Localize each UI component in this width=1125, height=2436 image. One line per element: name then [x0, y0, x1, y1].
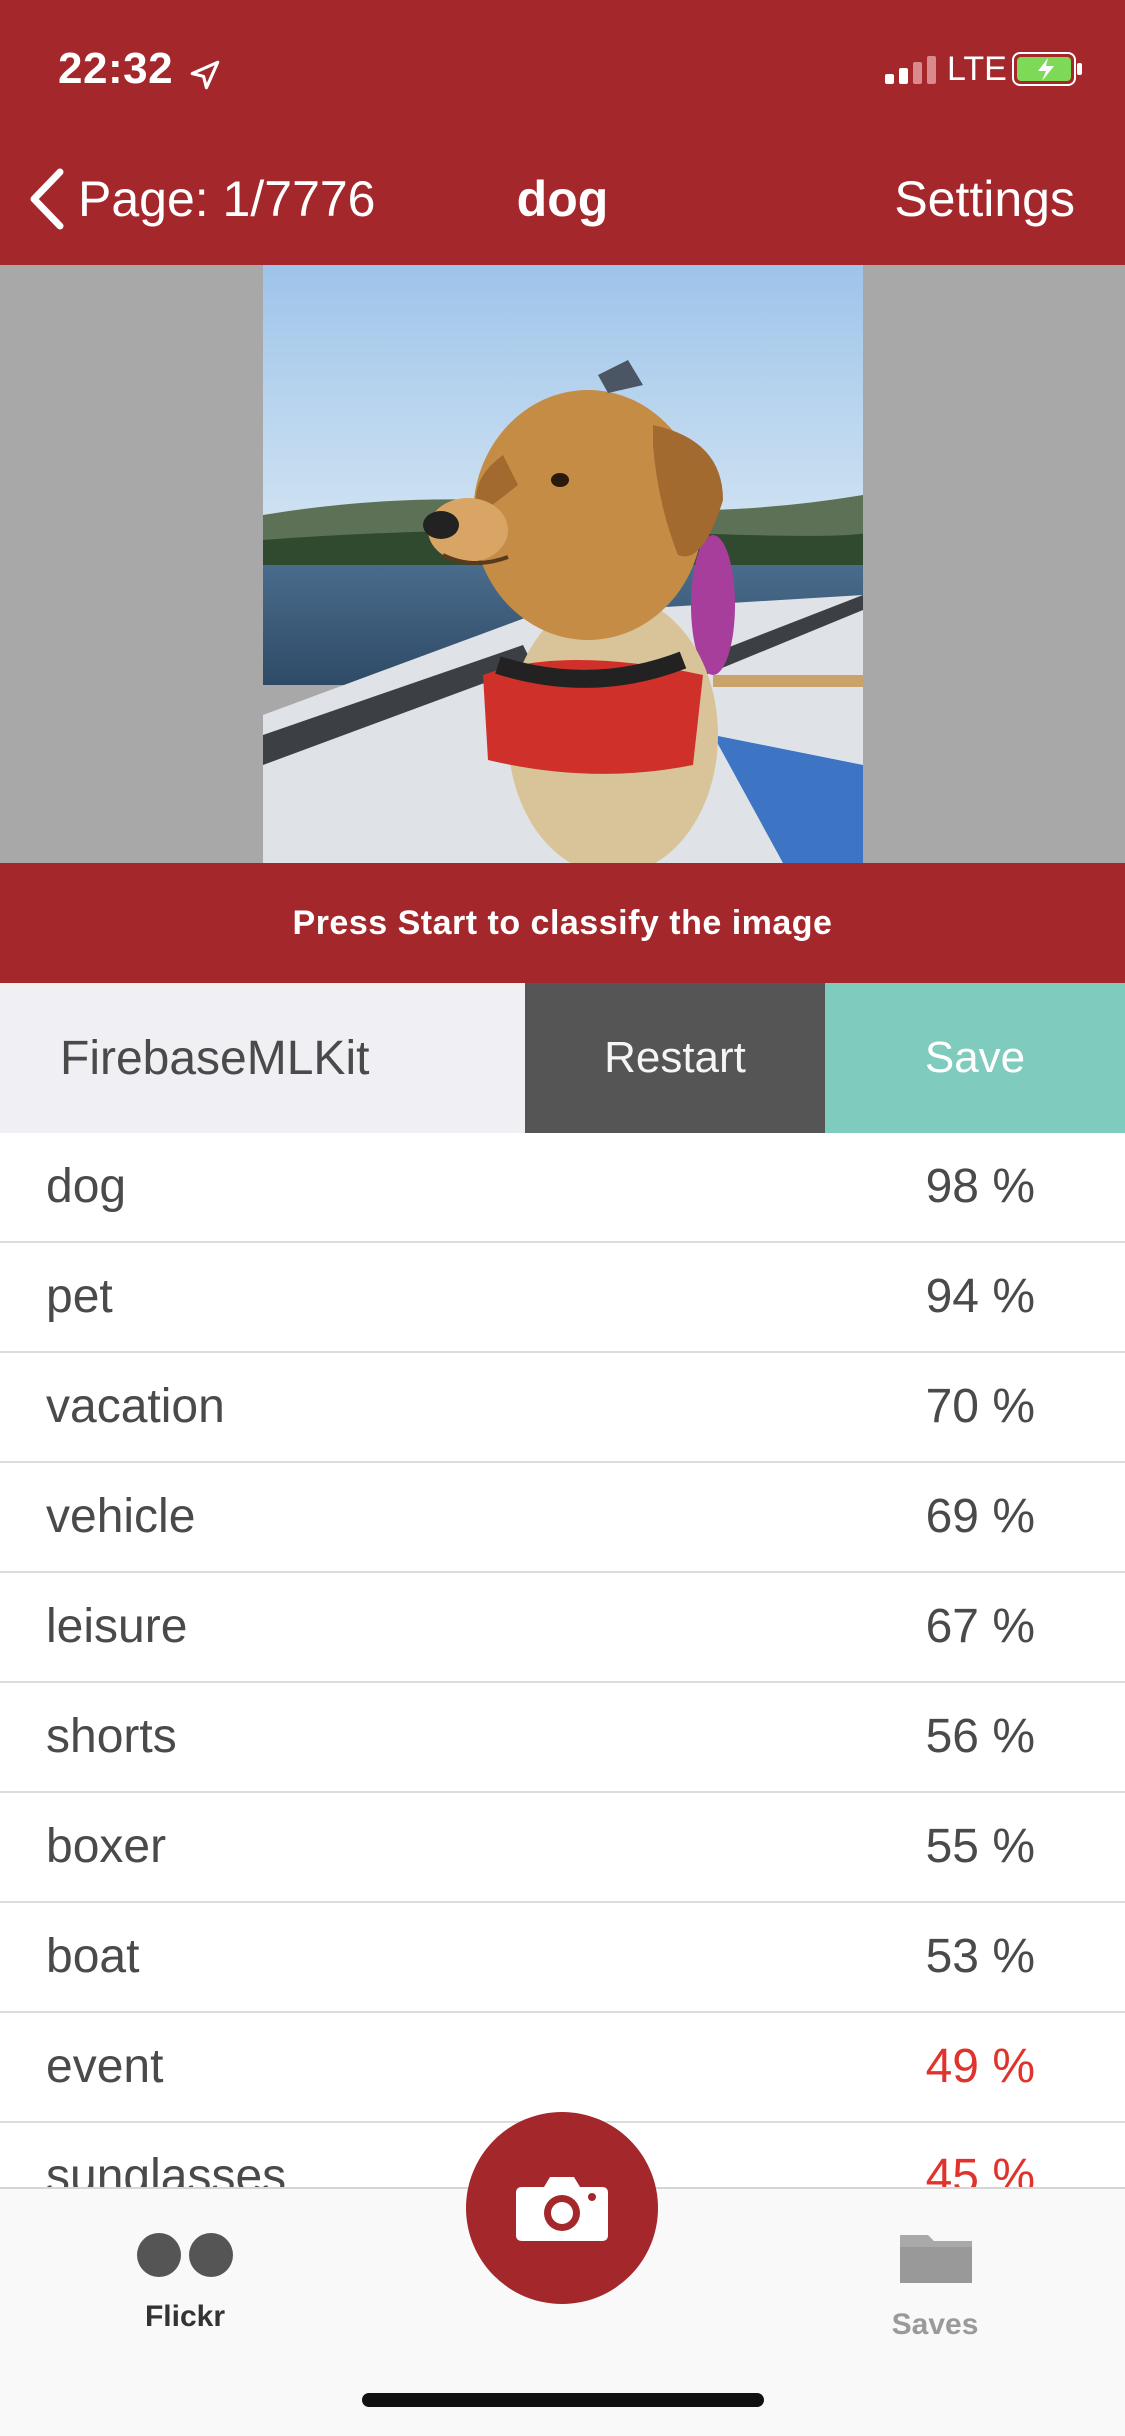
- tab-saves[interactable]: Saves: [880, 2229, 990, 2342]
- save-button[interactable]: Save: [825, 983, 1125, 1133]
- location-arrow-icon: [190, 60, 220, 90]
- result-row: pet 94 %: [0, 1243, 1125, 1353]
- instruction-text: Press Start to classify the image: [292, 903, 833, 942]
- result-row: leisure 67 %: [0, 1573, 1125, 1683]
- result-percent: 56 %: [925, 1710, 1035, 1763]
- restart-button[interactable]: Restart: [525, 983, 825, 1133]
- dog-photo[interactable]: [263, 265, 863, 863]
- result-label: boxer: [46, 1820, 167, 1873]
- save-button-label: Save: [924, 1033, 1026, 1082]
- result-label: boat: [46, 1930, 140, 1983]
- settings-button[interactable]: Settings: [894, 170, 1075, 228]
- result-label: shorts: [46, 1710, 177, 1763]
- tab-saves-label: Saves: [891, 2308, 979, 2341]
- back-button[interactable]: Page: 1/7776: [78, 170, 376, 228]
- result-row: boat 53 %: [0, 1903, 1125, 2013]
- result-label: pet: [46, 1270, 113, 1323]
- image-preview-area: [0, 265, 1125, 863]
- results-list[interactable]: dog 98 % pet 94 % vacation 70 % vehicle …: [0, 1133, 1125, 2187]
- result-row: dog 98 %: [0, 1133, 1125, 1243]
- result-row: boxer 55 %: [0, 1793, 1125, 1903]
- status-time: 22:32: [58, 44, 174, 93]
- result-row: vacation 70 %: [0, 1353, 1125, 1463]
- model-selector[interactable]: FirebaseMLKit: [0, 983, 525, 1133]
- tab-flickr-label: Flickr: [144, 2300, 226, 2333]
- result-row: shorts 56 %: [0, 1683, 1125, 1793]
- result-percent: 98 %: [925, 1160, 1035, 1213]
- result-percent: 55 %: [925, 1820, 1035, 1873]
- result-row: vehicle 69 %: [0, 1463, 1125, 1573]
- back-chevron-icon[interactable]: [24, 166, 68, 232]
- signal-icon: [885, 56, 936, 84]
- result-percent: 53 %: [925, 1930, 1035, 1983]
- result-label: sunglasses: [46, 2150, 287, 2187]
- camera-icon: [516, 2177, 608, 2241]
- tab-flickr[interactable]: Flickr: [130, 2229, 240, 2334]
- restart-button-label: Restart: [604, 1033, 746, 1082]
- result-label: event: [46, 2040, 164, 2093]
- flickr-icon: [137, 2233, 233, 2277]
- result-label: leisure: [46, 1600, 188, 1653]
- result-percent: 94 %: [925, 1270, 1035, 1323]
- controls-row: FirebaseMLKit Restart Save: [0, 983, 1125, 1133]
- camera-button[interactable]: [466, 2112, 658, 2304]
- result-percent: 49 %: [925, 2040, 1035, 2093]
- top-bar: 22:32 LTE Page: 1/7776 dog Settings: [0, 0, 1125, 265]
- result-percent: 69 %: [925, 1490, 1035, 1543]
- folder-icon: [900, 2235, 972, 2283]
- result-label: vehicle: [46, 1490, 196, 1543]
- model-name-label: FirebaseMLKit: [60, 1031, 370, 1085]
- result-label: vacation: [46, 1380, 225, 1433]
- result-percent: 70 %: [925, 1380, 1035, 1433]
- result-percent: 67 %: [925, 1600, 1035, 1653]
- result-row: event 49 %: [0, 2013, 1125, 2123]
- network-type: LTE: [947, 50, 1007, 88]
- result-percent: 45 %: [925, 2150, 1035, 2187]
- home-indicator: [362, 2393, 764, 2407]
- nav-title: dog: [516, 171, 609, 227]
- result-label: dog: [46, 1160, 127, 1213]
- instruction-banner: Press Start to classify the image: [0, 863, 1125, 983]
- battery-charging-icon: [1012, 52, 1082, 86]
